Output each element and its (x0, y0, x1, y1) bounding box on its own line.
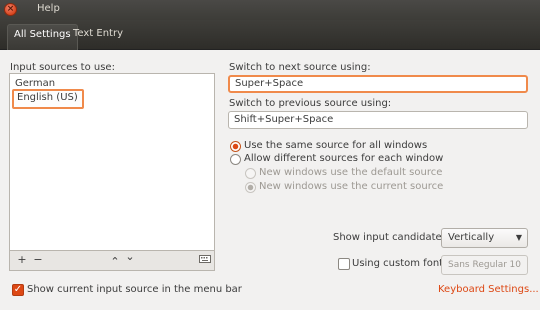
sources-toolbar: + − ⌃ ⌄ (9, 251, 215, 271)
add-source-button[interactable]: + (16, 254, 28, 266)
radio-label: New windows use the current source (259, 181, 444, 192)
custom-font-label: Using custom font: (352, 258, 447, 269)
radio-label: Allow different sources for each window (244, 153, 444, 164)
window-titlebar: × Help (0, 0, 540, 20)
switch-prev-label: Switch to previous source using: (229, 98, 392, 109)
move-up-button[interactable]: ⌃ (109, 256, 121, 268)
chevron-down-icon: ▼ (515, 233, 522, 242)
move-down-button[interactable]: ⌄ (124, 251, 136, 263)
radio-button-checked[interactable] (230, 141, 241, 152)
candidates-label: Show input candidates: (333, 232, 451, 243)
keyboard-icon[interactable] (199, 254, 211, 266)
tab-text-entry[interactable]: Text Entry (67, 24, 129, 50)
radio-button-disabled-checked (245, 182, 256, 193)
font-size: 10 (509, 260, 521, 270)
input-sources-list[interactable]: German English (US) (9, 73, 215, 251)
remove-source-button[interactable]: − (32, 254, 44, 266)
switch-prev-shortcut-field[interactable]: Shift+Super+Space (228, 111, 528, 129)
input-sources-label: Input sources to use: (10, 62, 115, 73)
keyboard-settings-link[interactable]: Keyboard Settings... (438, 284, 539, 295)
radio-button[interactable] (230, 154, 241, 165)
close-icon[interactable]: × (4, 3, 17, 16)
font-name: Sans Regular (448, 260, 508, 270)
switch-next-shortcut-field[interactable]: Super+Space (228, 75, 528, 93)
radio-label: Use the same source for all windows (244, 140, 428, 151)
radio-button-disabled (245, 168, 256, 179)
show-in-menu-label: Show current input source in the menu ba… (27, 284, 242, 295)
tab-strip: All Settings Text Entry (0, 20, 540, 50)
font-chooser-button: Sans Regular 10 (441, 255, 528, 275)
list-item-selected[interactable]: English (US) (12, 89, 84, 109)
window-title: Help (37, 3, 60, 14)
switch-next-label: Switch to next source using: (229, 62, 371, 73)
dropdown-value: Vertically (448, 232, 495, 243)
candidates-dropdown[interactable]: Vertically ▼ (441, 228, 528, 248)
radio-label: New windows use the default source (259, 167, 443, 178)
show-in-menu-checkbox[interactable]: ✓ (12, 284, 24, 296)
custom-font-checkbox[interactable] (338, 258, 350, 270)
